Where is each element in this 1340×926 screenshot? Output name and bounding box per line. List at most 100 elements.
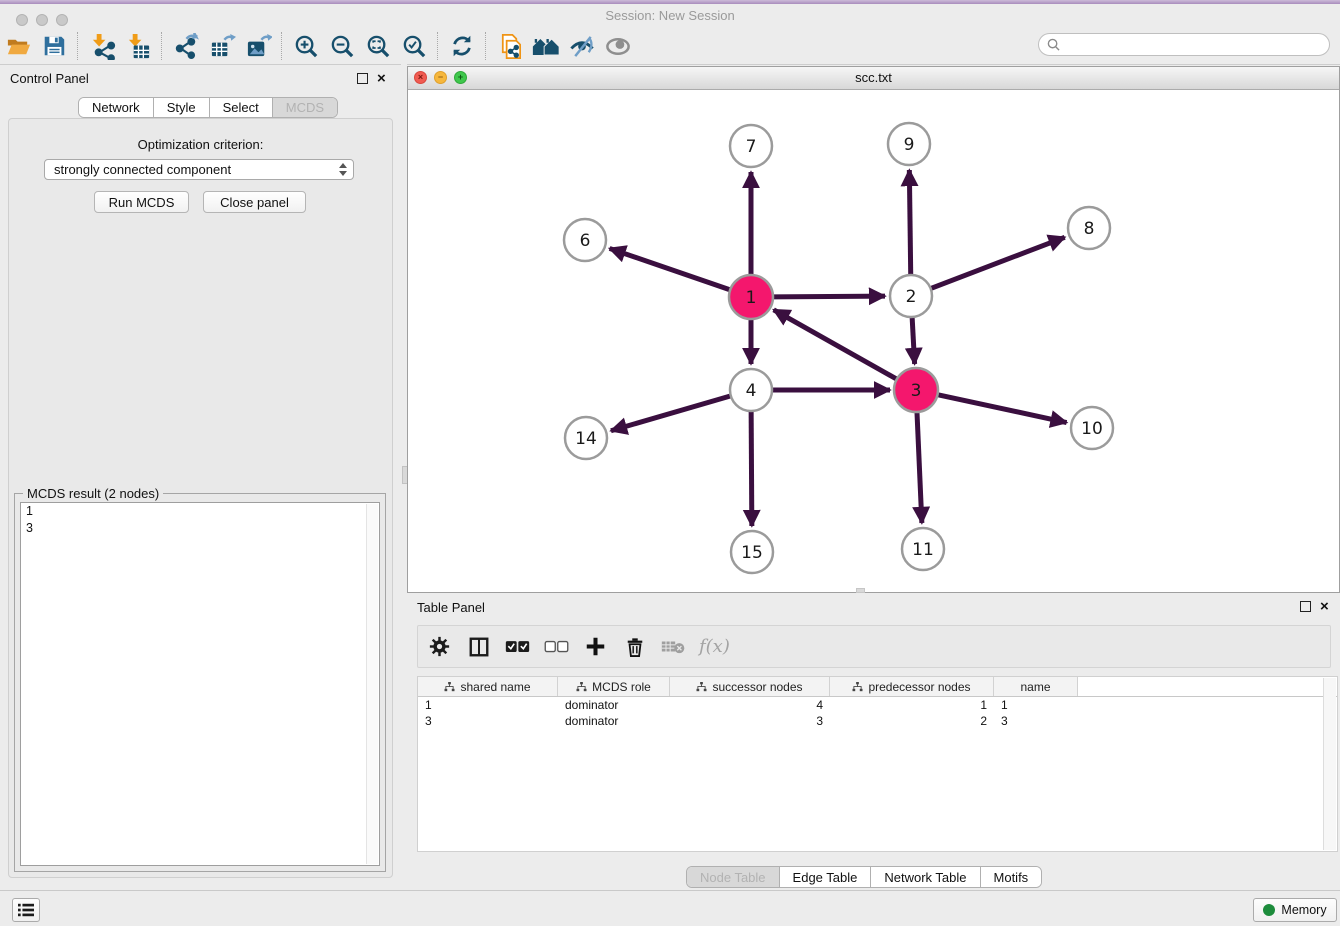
table-cell[interactable]: dominator	[558, 698, 670, 712]
zoom-selected-button[interactable]	[396, 30, 432, 62]
graph-node-2[interactable]: 2	[890, 275, 932, 317]
zoom-out-button[interactable]	[324, 30, 360, 62]
save-session-button[interactable]	[36, 30, 72, 62]
graph-edge-4-15[interactable]	[751, 412, 752, 526]
table-cell[interactable]: 3	[994, 714, 1078, 728]
table-cell[interactable]: 2	[830, 714, 994, 728]
control-tab-network[interactable]: Network	[79, 98, 154, 117]
hide-glyphs-button[interactable]	[564, 30, 600, 62]
graph-node-14[interactable]: 14	[565, 417, 607, 459]
zoom-in-icon	[293, 33, 320, 60]
memory-button[interactable]: Memory	[1253, 898, 1337, 922]
graph-node-9[interactable]: 9	[888, 123, 930, 165]
select-stepper-icon	[339, 163, 347, 176]
table-cell[interactable]: 3	[418, 714, 558, 728]
result-line: 1	[21, 503, 379, 520]
task-history-button[interactable]	[12, 898, 40, 922]
table-scrollbar[interactable]	[1323, 678, 1336, 850]
horizontal-splitter-grip[interactable]	[856, 588, 865, 593]
float-panel-icon[interactable]	[357, 73, 368, 84]
column-header-successor-nodes[interactable]: successor nodes	[670, 677, 830, 696]
graph-node-1[interactable]: 1	[729, 275, 773, 319]
refresh-button[interactable]	[444, 30, 480, 62]
network-zoom-button[interactable]: +	[454, 71, 467, 84]
graph-edge-2-9[interactable]	[909, 170, 910, 274]
delete-column-button[interactable]	[621, 633, 648, 660]
column-header-name[interactable]: name	[994, 677, 1078, 696]
table-settings-button[interactable]	[426, 633, 453, 660]
open-session-button[interactable]	[0, 30, 36, 62]
add-column-button[interactable]	[582, 633, 609, 660]
select-all-button[interactable]	[504, 633, 531, 660]
graph-node-8[interactable]: 8	[1068, 207, 1110, 249]
graph-edge-2-8[interactable]	[932, 237, 1065, 288]
graph-edge-1-6[interactable]	[610, 248, 731, 289]
search-box[interactable]	[1038, 33, 1330, 56]
graph-node-7[interactable]: 7	[730, 125, 772, 167]
list-icon	[17, 902, 35, 918]
graph-node-3[interactable]: 3	[894, 368, 938, 412]
graph-node-4[interactable]: 4	[730, 369, 772, 411]
run-mcds-button[interactable]: Run MCDS	[94, 191, 189, 213]
graph-edge-2-3[interactable]	[912, 318, 914, 364]
graph-node-10[interactable]: 10	[1071, 407, 1113, 449]
zoom-window-button[interactable]	[56, 14, 68, 26]
control-tab-mcds[interactable]: MCDS	[273, 98, 337, 117]
graph-edge-4-14[interactable]	[611, 396, 730, 431]
table-cell[interactable]: 1	[418, 698, 558, 712]
network-minimize-button[interactable]: −	[434, 71, 447, 84]
mcds-result-textarea[interactable]: 13	[20, 502, 380, 866]
duplicate-network-button[interactable]	[492, 30, 528, 62]
graph-edge-3-10[interactable]	[938, 395, 1067, 423]
minimize-window-button[interactable]	[36, 14, 48, 26]
close-panel-icon[interactable]: ×	[377, 73, 386, 84]
table-tab-motifs[interactable]: Motifs	[981, 867, 1042, 887]
table-cell[interactable]: 3	[670, 714, 830, 728]
delete-table-icon	[661, 638, 686, 655]
result-scrollbar[interactable]	[366, 504, 378, 864]
table-panel-window-buttons: ×	[1300, 601, 1329, 612]
zoom-fit-icon	[365, 33, 392, 60]
close-panel-button[interactable]: Close panel	[203, 191, 306, 213]
table-cell[interactable]: 1	[830, 698, 994, 712]
zoom-in-button[interactable]	[288, 30, 324, 62]
houses-button[interactable]	[528, 30, 564, 62]
table-tab-edge-table[interactable]: Edge Table	[780, 867, 872, 887]
import-network-button[interactable]	[84, 30, 120, 62]
export-network-button[interactable]	[168, 30, 204, 62]
column-header-shared-name[interactable]: shared name	[418, 677, 558, 696]
close-window-button[interactable]	[16, 14, 28, 26]
table-tab-network-table[interactable]: Network Table	[871, 867, 980, 887]
table-row: 1dominator411	[418, 697, 1337, 713]
network-close-button[interactable]: ×	[414, 71, 427, 84]
deselect-all-button[interactable]	[543, 633, 570, 660]
node-label: 15	[741, 543, 763, 563]
network-canvas[interactable]: 7 9 6 8 1 2 4 3 14 10 15 11	[408, 88, 1339, 592]
import-table-button[interactable]	[120, 30, 156, 62]
table-cell[interactable]: dominator	[558, 714, 670, 728]
export-table-button[interactable]	[204, 30, 240, 62]
search-input[interactable]	[1064, 37, 1329, 53]
show-glyphs-button[interactable]	[600, 30, 636, 62]
toolbar-separator	[161, 32, 163, 60]
graph-edge-3-1[interactable]	[774, 310, 897, 379]
network-view-window: × − + scc.txt 7968124314101511	[407, 66, 1340, 593]
table-tab-node-table[interactable]: Node Table	[687, 867, 780, 887]
graph-edge-3-11[interactable]	[917, 412, 922, 523]
graph-node-11[interactable]: 11	[902, 528, 944, 570]
float-table-panel-icon[interactable]	[1300, 601, 1311, 612]
table-cell[interactable]: 4	[670, 698, 830, 712]
close-table-panel-icon[interactable]: ×	[1320, 601, 1329, 612]
graph-edge-1-2[interactable]	[773, 296, 885, 297]
table-cell[interactable]: 1	[994, 698, 1078, 712]
toggle-columns-button[interactable]	[465, 633, 492, 660]
export-image-button[interactable]	[240, 30, 276, 62]
control-tab-select[interactable]: Select	[210, 98, 273, 117]
criterion-select[interactable]: strongly connected component	[44, 159, 354, 180]
graph-node-15[interactable]: 15	[731, 531, 773, 573]
control-tab-style[interactable]: Style	[154, 98, 210, 117]
zoom-fit-button[interactable]	[360, 30, 396, 62]
column-header-predecessor-nodes[interactable]: predecessor nodes	[830, 677, 994, 696]
graph-node-6[interactable]: 6	[564, 219, 606, 261]
column-header-mcds-role[interactable]: MCDS role	[558, 677, 670, 696]
